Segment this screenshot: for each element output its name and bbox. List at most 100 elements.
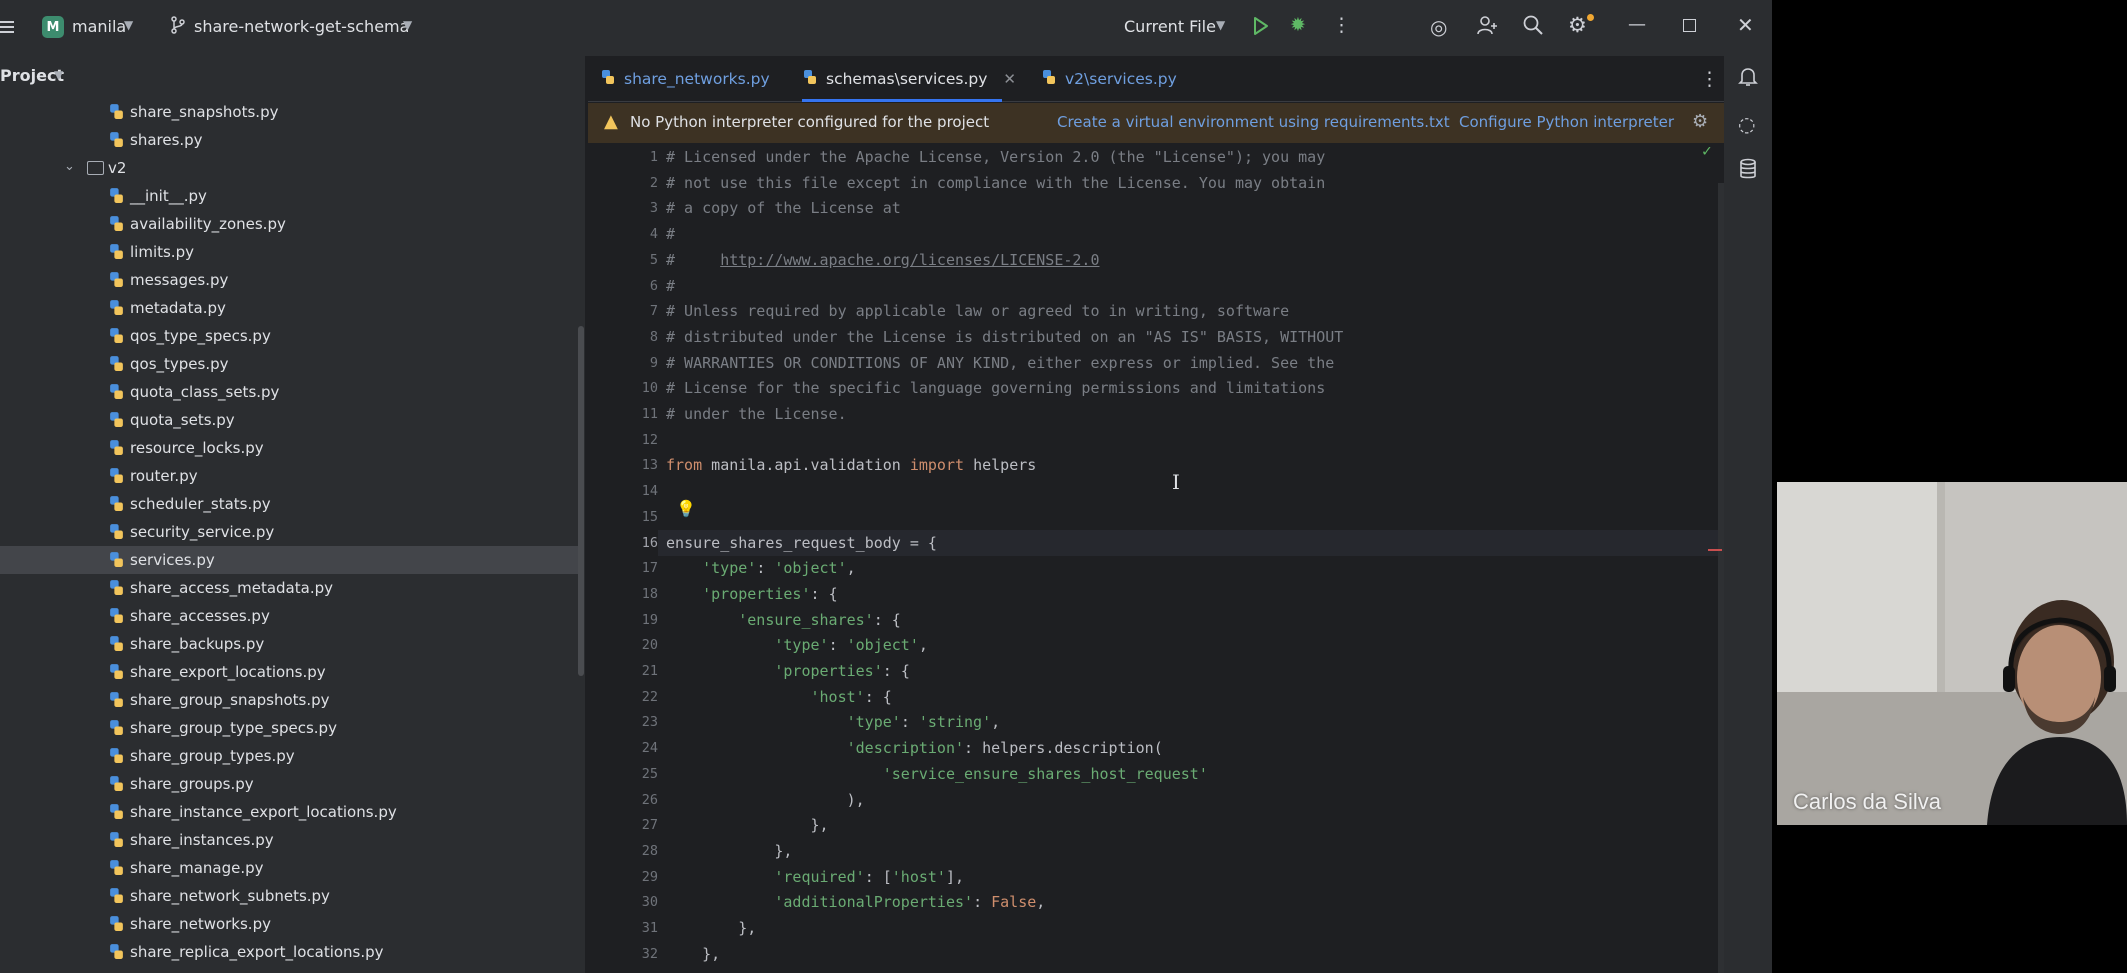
- tree-file[interactable]: share_replica_export_locations.py: [0, 938, 580, 966]
- tree-file[interactable]: share_manage.py: [0, 854, 580, 882]
- gear-icon[interactable]: ⚙: [1568, 13, 1587, 37]
- code-line[interactable]: 'additionalProperties': False,: [666, 889, 1045, 915]
- code-line[interactable]: 'type': 'object',: [666, 555, 856, 581]
- chevron-down-icon[interactable]: ⌄: [64, 159, 75, 174]
- chevron-down-icon[interactable]: ▼: [54, 68, 63, 82]
- branch-selector[interactable]: share-network-get-schema: [194, 17, 409, 36]
- tree-file[interactable]: security_service.py: [0, 518, 580, 546]
- tree-file[interactable]: share_group_snapshots.py: [0, 686, 580, 714]
- code-line[interactable]: 'description': helpers.description(: [666, 735, 1163, 761]
- play-icon[interactable]: [1252, 15, 1270, 37]
- tree-file[interactable]: share_backups.py: [0, 630, 580, 658]
- code-line[interactable]: from manila.api.validation import helper…: [666, 452, 1036, 478]
- check-icon[interactable]: ✓: [1702, 143, 1712, 160]
- tree-file[interactable]: share_group_type_specs.py: [0, 714, 580, 742]
- tree-file[interactable]: shares.py: [0, 126, 580, 154]
- tree-file[interactable]: quota_class_sets.py: [0, 378, 580, 406]
- more-vertical-icon[interactable]: ⋮: [1700, 68, 1719, 90]
- code-line[interactable]: },: [666, 941, 720, 967]
- maximize-icon[interactable]: [1683, 19, 1696, 32]
- code-line[interactable]: ),: [666, 787, 865, 813]
- tree-file[interactable]: __init__.py: [0, 182, 580, 210]
- create-venv-link[interactable]: Create a virtual environment using requi…: [1057, 113, 1450, 131]
- project-selector[interactable]: manila: [72, 17, 126, 36]
- tab-schemas-services[interactable]: schemas\services.py ✕: [802, 56, 1016, 102]
- tree-file[interactable]: share_networks.py: [0, 910, 580, 938]
- ai-chat-icon[interactable]: ◌: [1738, 112, 1755, 136]
- code-line[interactable]: 'host': {: [666, 684, 892, 710]
- tree-file[interactable]: scheduler_stats.py: [0, 490, 580, 518]
- code-line[interactable]: # License for the specific language gove…: [666, 375, 1325, 401]
- tree-file[interactable]: messages.py: [0, 266, 580, 294]
- scrollbar[interactable]: [578, 326, 584, 676]
- code-line[interactable]: # WARRANTIES OR CONDITIONS OF ANY KIND, …: [666, 350, 1334, 376]
- tree-file[interactable]: quota_sets.py: [0, 406, 580, 434]
- code-line[interactable]: },: [666, 838, 792, 864]
- tree-file[interactable]: share_access_metadata.py: [0, 574, 580, 602]
- minimize-icon[interactable]: —: [1628, 14, 1646, 35]
- search-icon[interactable]: [1522, 14, 1544, 41]
- tree-file[interactable]: share_groups.py: [0, 770, 580, 798]
- tree-file[interactable]: share_instance_export_locations.py: [0, 798, 580, 826]
- lightbulb-icon[interactable]: 💡: [676, 499, 696, 518]
- code-line[interactable]: # a copy of the License at: [666, 195, 901, 221]
- close-icon[interactable]: ✕: [1737, 13, 1754, 37]
- tree-file[interactable]: limits.py: [0, 238, 580, 266]
- bell-icon[interactable]: [1738, 66, 1758, 93]
- project-badge[interactable]: M: [42, 16, 64, 38]
- chevron-down-icon[interactable]: ▼: [403, 18, 412, 32]
- tab-v2-services[interactable]: v2\services.py: [1041, 56, 1177, 102]
- bug-icon[interactable]: ✹: [1290, 14, 1306, 36]
- database-icon[interactable]: [1738, 158, 1758, 185]
- code-line[interactable]: #: [666, 221, 675, 247]
- code-line[interactable]: 'properties': {: [666, 581, 837, 607]
- tree-file[interactable]: availability_zones.py: [0, 210, 580, 238]
- run-configuration-selector[interactable]: Current File: [1124, 17, 1216, 36]
- tree-file[interactable]: share_group_types.py: [0, 742, 580, 770]
- code-editor[interactable]: 1 2 3 4 5 6 7 8 9 10 11 12 13 14 15 16 17 18 19 20 21 22 23 24 2…: [588, 143, 1724, 973]
- tree-file[interactable]: metadata.py: [0, 294, 580, 322]
- chevron-down-icon[interactable]: ▼: [124, 18, 133, 32]
- participant-video: Carlos da Silva: [1777, 482, 2127, 825]
- tree-file[interactable]: share_network_subnets.py: [0, 882, 580, 910]
- python-file-icon: [108, 943, 125, 960]
- tree-file[interactable]: share_export_locations.py: [0, 658, 580, 686]
- code-line[interactable]: 'ensure_shares': {: [666, 607, 901, 633]
- code-line[interactable]: 'type': 'object',: [666, 632, 928, 658]
- code-line[interactable]: # Unless required by applicable law or a…: [666, 298, 1289, 324]
- code-line[interactable]: ensure_shares_request_body = {: [666, 530, 937, 556]
- tree-file[interactable]: resource_locks.py: [0, 434, 580, 462]
- code-line[interactable]: 'required': ['host'],: [666, 864, 964, 890]
- code-line[interactable]: 'service_ensure_shares_host_request': [666, 761, 1208, 787]
- close-icon[interactable]: ✕: [1003, 70, 1016, 88]
- configure-interpreter-link[interactable]: Configure Python interpreter: [1459, 113, 1674, 131]
- code-line[interactable]: },: [666, 915, 756, 941]
- tree-folder[interactable]: ⌄ v2: [0, 154, 580, 182]
- code-line[interactable]: 'type': 'string',: [666, 709, 1001, 735]
- ai-assistant-icon[interactable]: ◎: [1430, 15, 1447, 39]
- chevron-down-icon[interactable]: ▼: [1216, 18, 1225, 32]
- code-line[interactable]: # under the License.: [666, 401, 847, 427]
- tree-file[interactable]: router.py: [0, 462, 580, 490]
- hamburger-icon[interactable]: [0, 18, 14, 36]
- code-line[interactable]: },: [666, 812, 829, 838]
- add-user-icon[interactable]: [1476, 14, 1498, 41]
- code-line[interactable]: #: [666, 273, 675, 299]
- code-line[interactable]: # distributed under the License is distr…: [666, 324, 1343, 350]
- tab-share-networks[interactable]: share_networks.py: [600, 56, 770, 102]
- tree-file[interactable]: share_accesses.py: [0, 602, 580, 630]
- tree-file[interactable]: qos_type_specs.py: [0, 322, 580, 350]
- tree-label: security_service.py: [130, 523, 275, 541]
- gear-icon[interactable]: ⚙: [1692, 111, 1708, 132]
- code-line[interactable]: # http://www.apache.org/licenses/LICENSE…: [666, 247, 1099, 273]
- code-line[interactable]: # Licensed under the Apache License, Ver…: [666, 144, 1325, 170]
- tree-file[interactable]: services.py: [0, 546, 580, 574]
- more-vertical-icon[interactable]: ⋮: [1332, 14, 1351, 36]
- tree-file[interactable]: qos_types.py: [0, 350, 580, 378]
- error-stripe-marker[interactable]: [1708, 549, 1722, 551]
- code-line[interactable]: # not use this file except in compliance…: [666, 170, 1325, 196]
- git-branch-icon[interactable]: [170, 16, 186, 38]
- tree-file[interactable]: share_snapshots.py: [0, 98, 580, 126]
- tree-file[interactable]: share_instances.py: [0, 826, 580, 854]
- code-line[interactable]: 'properties': {: [666, 658, 909, 684]
